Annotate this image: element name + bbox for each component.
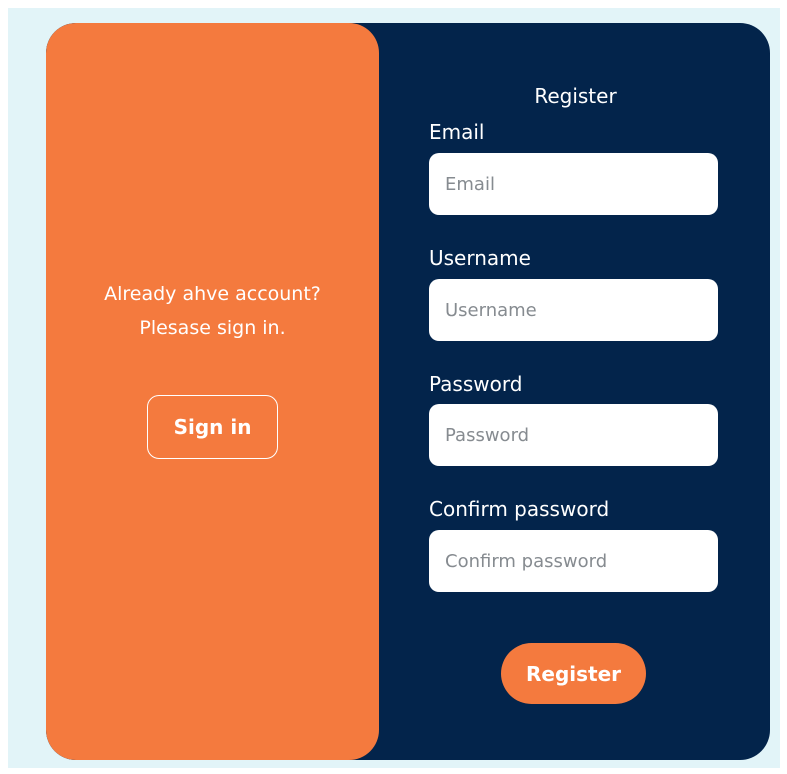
email-field[interactable] bbox=[429, 153, 718, 215]
sign-in-prompt-line-1: Already ahve account? bbox=[104, 283, 321, 305]
sign-in-panel: Already ahve account? Plesase sign in. S… bbox=[46, 23, 379, 760]
email-label: Email bbox=[429, 120, 485, 144]
username-label: Username bbox=[429, 246, 531, 270]
confirm-password-label: Confirm password bbox=[429, 497, 610, 521]
username-field[interactable] bbox=[429, 279, 718, 341]
confirm-password-field[interactable] bbox=[429, 530, 718, 592]
sign-in-prompt-line-2: Plesase sign in. bbox=[139, 317, 286, 339]
auth-card: Already ahve account? Plesase sign in. S… bbox=[46, 23, 770, 760]
page-background: Already ahve account? Plesase sign in. S… bbox=[8, 8, 780, 768]
sign-in-button[interactable]: Sign in bbox=[147, 395, 278, 459]
register-button[interactable]: Register bbox=[501, 643, 646, 704]
password-label: Password bbox=[429, 372, 523, 396]
password-field[interactable] bbox=[429, 404, 718, 466]
sign-in-prompt: Already ahve account? Plesase sign in. bbox=[46, 277, 379, 345]
register-title: Register bbox=[534, 84, 617, 108]
